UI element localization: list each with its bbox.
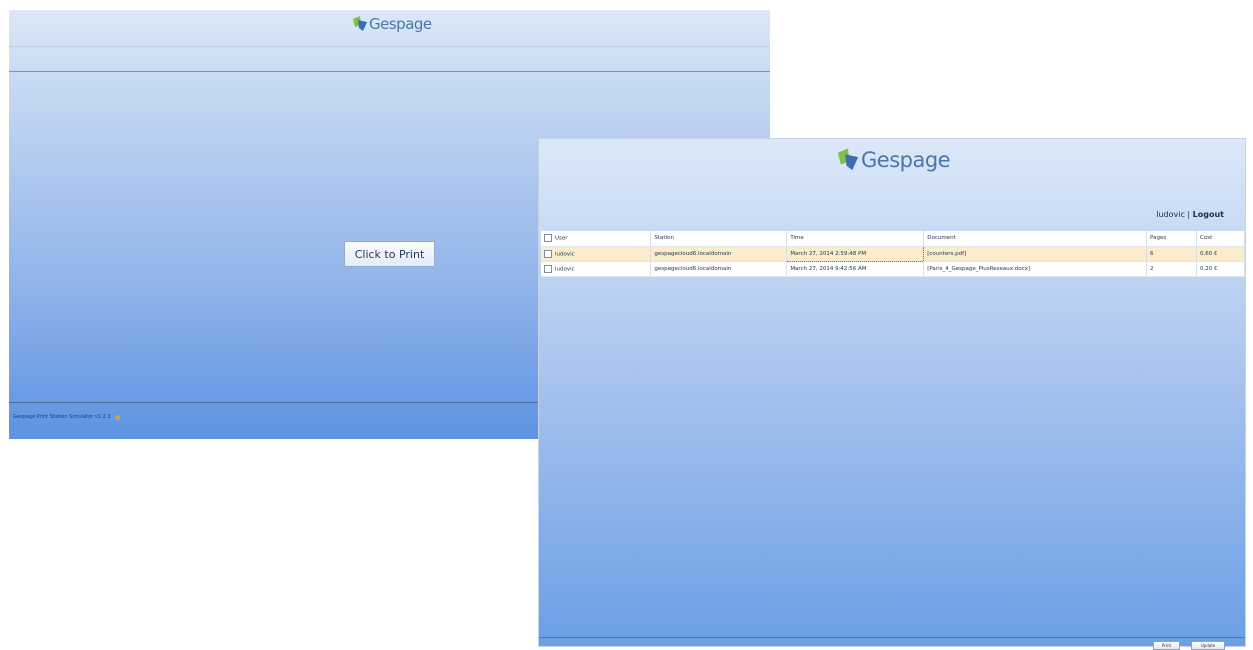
- user-jobs-window: Gespage ludovic | Logout User Station Ti…: [538, 138, 1246, 650]
- cell-pages: 6: [1146, 246, 1197, 262]
- cell-document: [counters.pdf]: [923, 246, 1148, 262]
- row-checkbox[interactable]: [544, 264, 552, 273]
- cell-station: gespagecloud6.localdomain: [650, 246, 788, 262]
- gespage-logo-icon: [837, 148, 859, 171]
- column-header-pages[interactable]: Pages: [1146, 231, 1197, 247]
- cell-user: ludovic: [541, 261, 652, 277]
- left-logo: Gespage: [351, 15, 432, 33]
- left-logo-text: Gespage: [369, 15, 432, 33]
- cell-cost: 0.20 €: [1196, 261, 1245, 277]
- jobs-table: User Station Time Document Pages Cost lu…: [541, 231, 1245, 277]
- username: ludovic: [1156, 210, 1185, 219]
- right-logo-text: Gespage: [861, 148, 951, 172]
- update-button[interactable]: Update: [1191, 641, 1225, 650]
- cell-time: March 27, 2014 9:42:56 AM: [786, 261, 925, 277]
- bottom-divider: [539, 637, 1245, 638]
- left-footer-text: Gespage Print Station Simulator v1.2.3: [13, 414, 111, 420]
- left-header-bar: Gespage: [9, 10, 770, 47]
- cell-cost: 0.60 €: [1196, 246, 1245, 262]
- cell-user: ludovic: [541, 246, 652, 262]
- left-footer: Gespage Print Station Simulator v1.2.3: [13, 414, 120, 420]
- click-to-print-button[interactable]: Click to Print: [344, 241, 435, 267]
- cell-document: [Paris_4_Gespage_PlusReseaux.docx]: [923, 261, 1148, 277]
- table-row[interactable]: ludovic gespagecloud6.localdomain March …: [541, 261, 1245, 277]
- column-header-time[interactable]: Time: [786, 231, 925, 247]
- table-row[interactable]: ludovic gespagecloud6.localdomain March …: [541, 245, 1245, 262]
- cell-station: gespagecloud6.localdomain: [650, 261, 788, 277]
- cell-time: March 27, 2014 2:59:48 PM: [786, 245, 925, 262]
- cell-pages: 2: [1146, 261, 1197, 277]
- column-header-cost[interactable]: Cost: [1196, 231, 1245, 247]
- status-icon: [114, 414, 120, 420]
- table-header-row: User Station Time Document Pages Cost: [541, 231, 1245, 247]
- left-sub-bar: [9, 47, 770, 72]
- column-header-user[interactable]: User: [541, 231, 652, 247]
- column-header-station[interactable]: Station: [650, 231, 788, 247]
- gespage-logo-icon: [353, 16, 367, 31]
- row-checkbox[interactable]: [544, 249, 552, 258]
- right-logo: Gespage: [835, 148, 951, 172]
- select-all-checkbox[interactable]: [544, 234, 552, 243]
- print-button[interactable]: Print: [1153, 641, 1180, 650]
- user-separator: |: [1187, 210, 1191, 219]
- logout-link[interactable]: Logout: [1193, 210, 1224, 219]
- column-header-document[interactable]: Document: [923, 231, 1148, 247]
- user-area: ludovic | Logout: [1156, 210, 1224, 219]
